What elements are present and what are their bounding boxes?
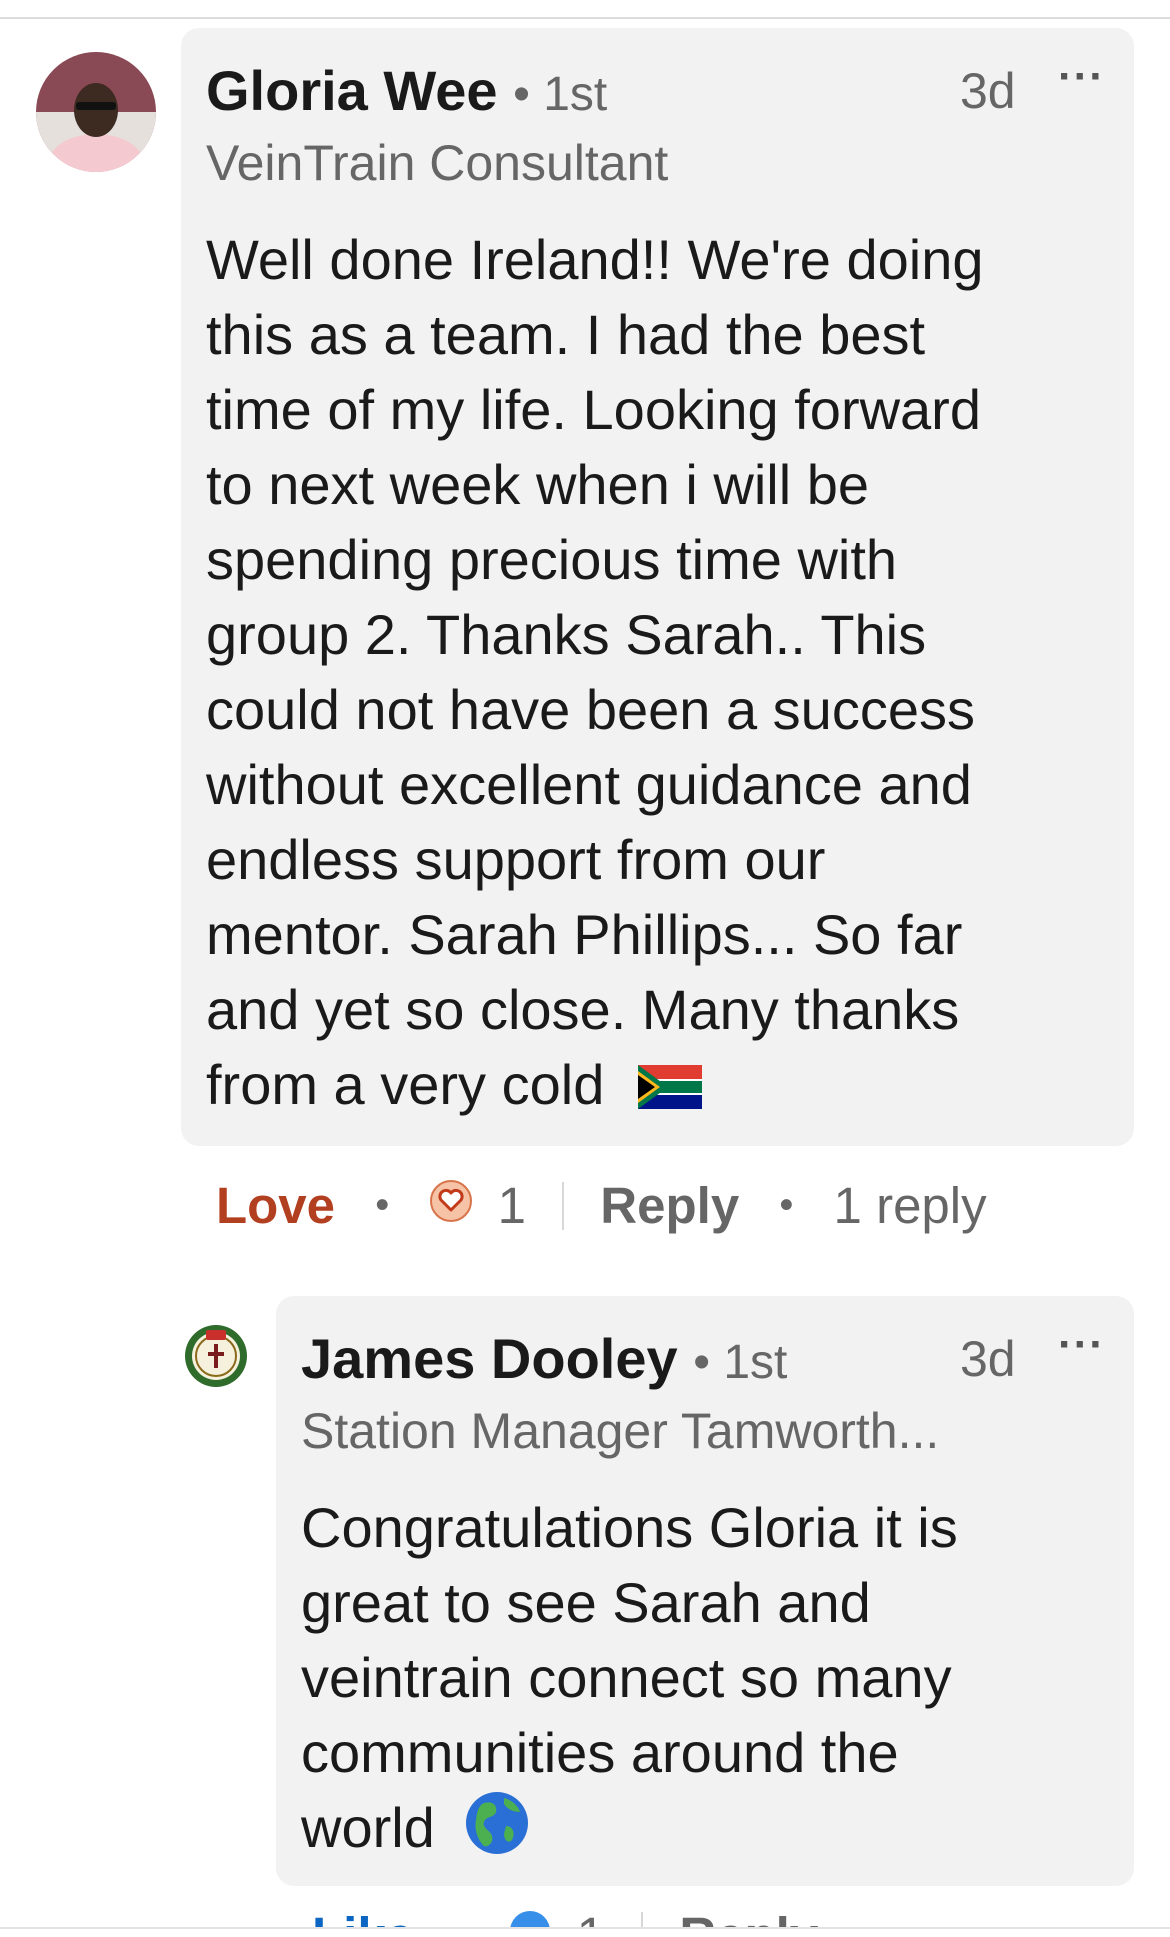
love-reaction-button[interactable]: Love xyxy=(216,1177,335,1234)
comment-line: from a very cold xyxy=(206,1053,605,1116)
comment-line: group 2. Thanks Sarah.. This xyxy=(206,603,927,666)
avatar-james-dooley[interactable] xyxy=(182,1322,250,1390)
commenter-headline: VeinTrain Consultant xyxy=(206,135,669,191)
replier-name[interactable]: James Dooley xyxy=(301,1327,678,1390)
reply-button[interactable]: Reply xyxy=(679,1907,818,1927)
top-divider xyxy=(0,17,1170,19)
vertical-divider xyxy=(641,1911,644,1927)
separator-dot: • xyxy=(454,1913,468,1927)
comment-line: spending precious time with xyxy=(206,528,898,591)
connection-degree: • 1st xyxy=(513,68,608,121)
globe-americas-icon xyxy=(464,1790,530,1874)
comment-line: could not have been a success xyxy=(206,678,975,741)
reply-line: communities around the xyxy=(301,1721,899,1784)
commenter-name-line: Gloria Wee • 1st xyxy=(206,58,607,123)
reply-line: Congratulations Gloria it is xyxy=(301,1496,958,1559)
comment-text: Well done Ireland!! We're doing this as … xyxy=(206,222,1106,1127)
like-reaction-icon[interactable] xyxy=(508,1906,552,1927)
comment-line: mentor. Sarah Phillips... So far xyxy=(206,903,963,966)
vertical-divider xyxy=(562,1181,565,1230)
reply-line: great to see Sarah and xyxy=(301,1571,871,1634)
connection-degree: • 1st xyxy=(693,1336,788,1389)
comment-line: and yet so close. Many thanks xyxy=(206,978,960,1041)
more-options-icon[interactable]: ··· xyxy=(1058,52,1105,102)
like-button[interactable]: Like xyxy=(312,1907,414,1927)
commenter-name[interactable]: Gloria Wee xyxy=(206,59,498,122)
reply-line-last: world xyxy=(301,1790,1121,1874)
replies-count-link[interactable]: 1 reply xyxy=(834,1177,987,1234)
more-options-icon[interactable]: ··· xyxy=(1058,1320,1105,1370)
reply-actions-clip: Like • 1 Reply xyxy=(0,1900,1170,1927)
south-africa-flag-icon xyxy=(637,1052,702,1127)
reaction-count[interactable]: 1 xyxy=(498,1177,526,1234)
bottom-divider xyxy=(0,1927,1170,1929)
reply-line: world xyxy=(301,1796,435,1859)
comment-actions: Love • 1 Reply • 1 reply xyxy=(216,1172,987,1235)
avatar-gloria-wee[interactable] xyxy=(36,52,156,172)
comment-time: 3d xyxy=(960,63,1016,119)
reply-button[interactable]: Reply xyxy=(600,1177,739,1234)
comment-line: time of my life. Looking forward xyxy=(206,378,981,441)
reply-line: veintrain connect so many xyxy=(301,1646,952,1709)
separator-dot: • xyxy=(779,1183,794,1228)
replier-headline: Station Manager Tamworth... xyxy=(301,1403,940,1459)
love-reaction-icon[interactable] xyxy=(429,1176,473,1235)
replier-name-line: James Dooley • 1st xyxy=(301,1326,787,1391)
reply-actions: Like • 1 Reply xyxy=(312,1902,818,1927)
separator-dot: • xyxy=(375,1183,390,1228)
comment-line: endless support from our xyxy=(206,828,826,891)
comment-line: without excellent guidance and xyxy=(206,753,972,816)
comment-line: to next week when i will be xyxy=(206,453,870,516)
reply-text: Congratulations Gloria it is great to se… xyxy=(301,1490,1121,1874)
reply-time: 3d xyxy=(960,1331,1016,1387)
comment-line: this as a team. I had the best xyxy=(206,303,926,366)
reaction-count[interactable]: 1 xyxy=(577,1907,605,1927)
comment-line: Well done Ireland!! We're doing xyxy=(206,228,984,291)
comment-line-last: from a very cold xyxy=(206,1047,1106,1127)
